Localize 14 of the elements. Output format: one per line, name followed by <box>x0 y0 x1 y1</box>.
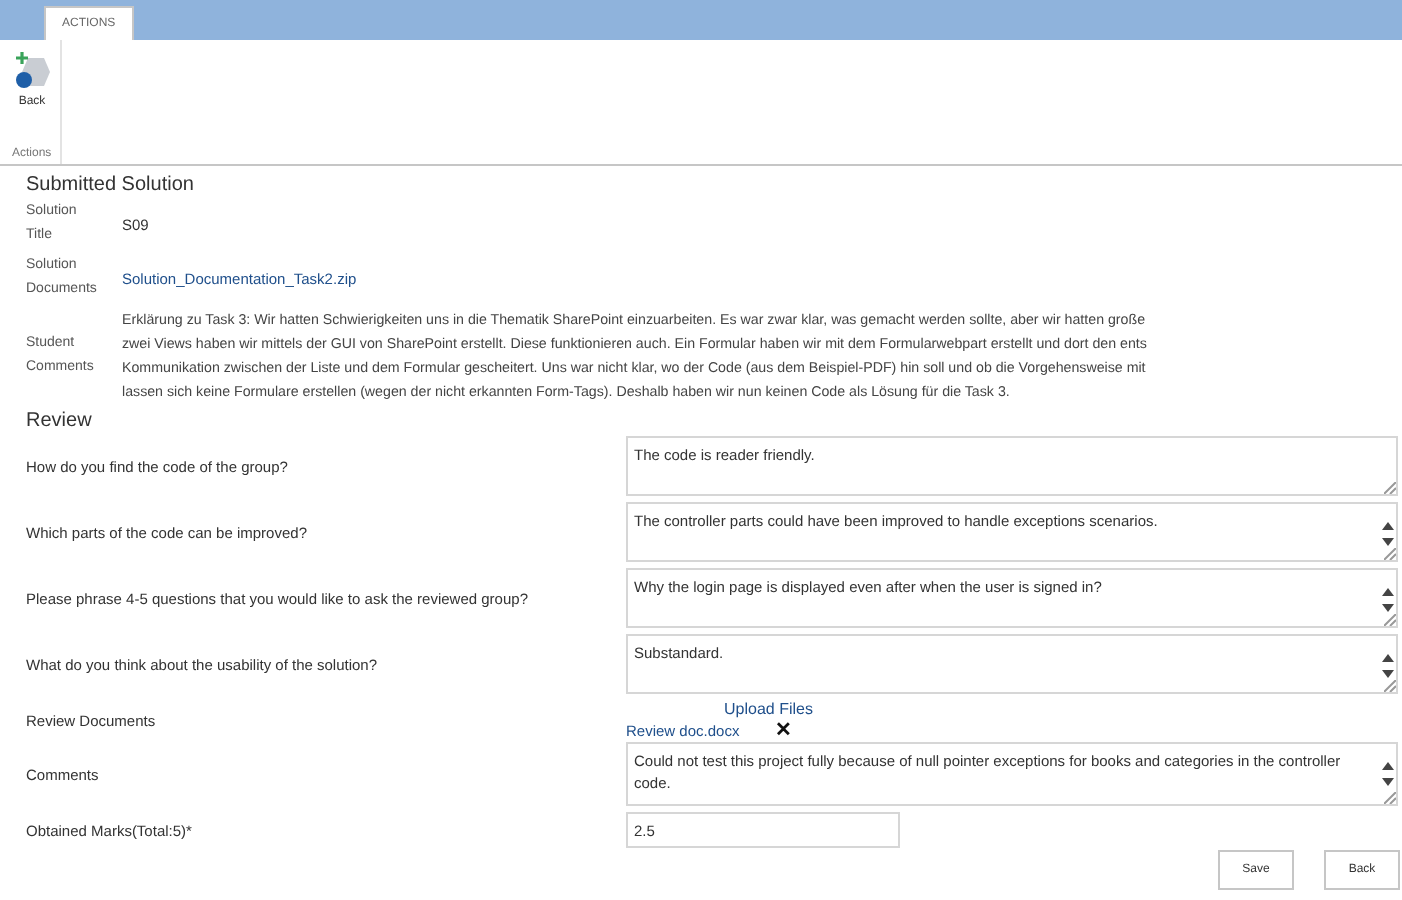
remove-button[interactable]: ✕ <box>775 718 792 742</box>
resize-handle-icon <box>1384 482 1396 494</box>
scroll-arrows-icon <box>1382 652 1394 680</box>
section-heading: Review <box>26 410 94 432</box>
document-add-icon <box>14 52 50 92</box>
resize-handle-icon <box>1384 614 1396 626</box>
resize-handle-icon <box>1384 548 1396 560</box>
scroll-arrows-icon <box>1382 586 1394 614</box>
resize-handle-icon <box>1384 680 1396 692</box>
section-heading: Submitted Solution <box>26 174 196 196</box>
resize-handle-icon <box>1384 792 1396 804</box>
scroll-arrows-icon <box>1382 520 1394 548</box>
upload-link[interactable]: Upload Files <box>724 700 813 718</box>
scroll-arrows-icon <box>1382 760 1394 788</box>
